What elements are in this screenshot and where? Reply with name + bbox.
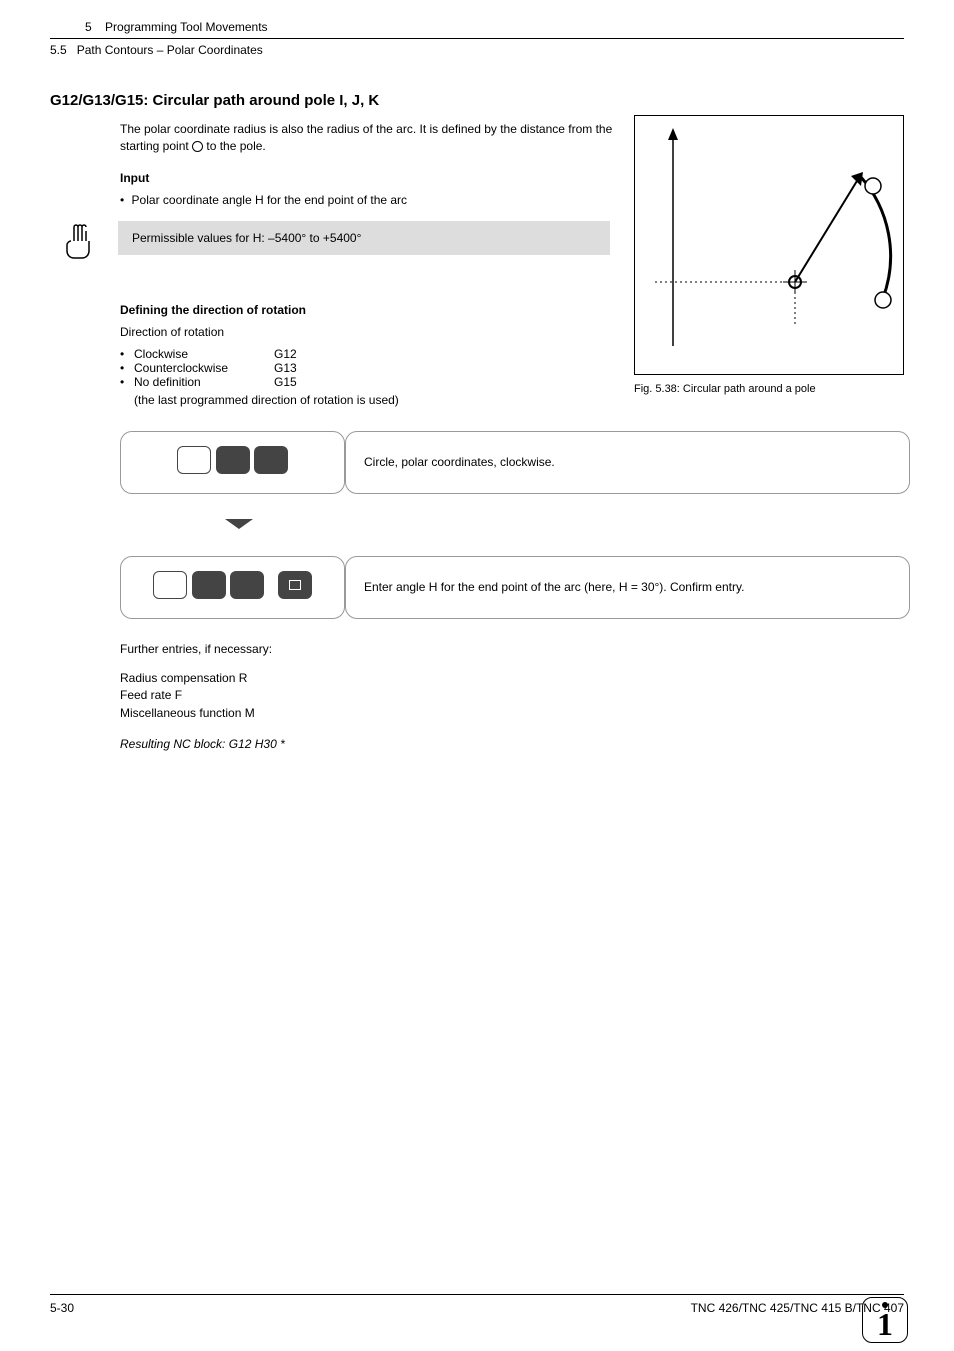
info-icon: 1	[862, 1297, 908, 1343]
start-point-icon	[192, 141, 203, 152]
step-1-desc: Circle, polar coordinates, clockwise.	[345, 431, 910, 494]
step-1-keys	[120, 431, 345, 494]
further-entries: Further entries, if necessary: Radius co…	[120, 641, 904, 754]
hand-note-icon	[60, 221, 102, 263]
section-title: Path Contours – Polar Coordinates	[77, 43, 263, 57]
note-box: Permissible values for H: –5400° to +540…	[118, 221, 610, 255]
figure-caption: Fig. 5.38: Circular path around a pole	[634, 383, 904, 395]
input-bullets: Polar coordinate angle H for the end poi…	[120, 193, 620, 207]
key-icon	[177, 446, 211, 474]
page-footer: 5-30 TNC 426/TNC 425/TNC 415 B/TNC 407	[50, 1294, 904, 1315]
circular-path-diagram	[635, 116, 905, 376]
enter-key-icon	[278, 571, 312, 599]
instruction-steps: Circle, polar coordinates, clockwise. En…	[120, 431, 910, 619]
page-heading: G12/G13/G15: Circular path around pole I…	[50, 92, 904, 109]
chapter-title: Programming Tool Movements	[105, 20, 268, 34]
key-icon	[216, 446, 250, 474]
chapter-num: 5	[85, 20, 92, 34]
input-heading: Input	[120, 171, 620, 185]
section-header: 5.5 Path Contours – Polar Coordinates	[50, 38, 904, 57]
input-bullet-item: Polar coordinate angle H for the end poi…	[120, 193, 620, 207]
chapter-header: 5 Programming Tool Movements	[50, 20, 904, 34]
rotation-table: •ClockwiseG12 •CounterclockwiseG13 •No d…	[120, 347, 303, 389]
section-num: 5.5	[50, 43, 67, 57]
step-2-keys	[120, 556, 345, 619]
key-icon	[153, 571, 187, 599]
arrow-down-icon	[225, 519, 253, 529]
step-2-desc: Enter angle H for the end point of the a…	[345, 556, 910, 619]
key-icon	[192, 571, 226, 599]
intro-paragraph: The polar coordinate radius is also the …	[120, 121, 620, 155]
resulting-block: Resulting NC block: G12 H30 *	[120, 736, 904, 753]
key-icon	[254, 446, 288, 474]
figure: Fig. 5.38: Circular path around a pole	[634, 115, 904, 395]
key-icon	[230, 571, 264, 599]
page-number: 5-30	[50, 1301, 74, 1315]
